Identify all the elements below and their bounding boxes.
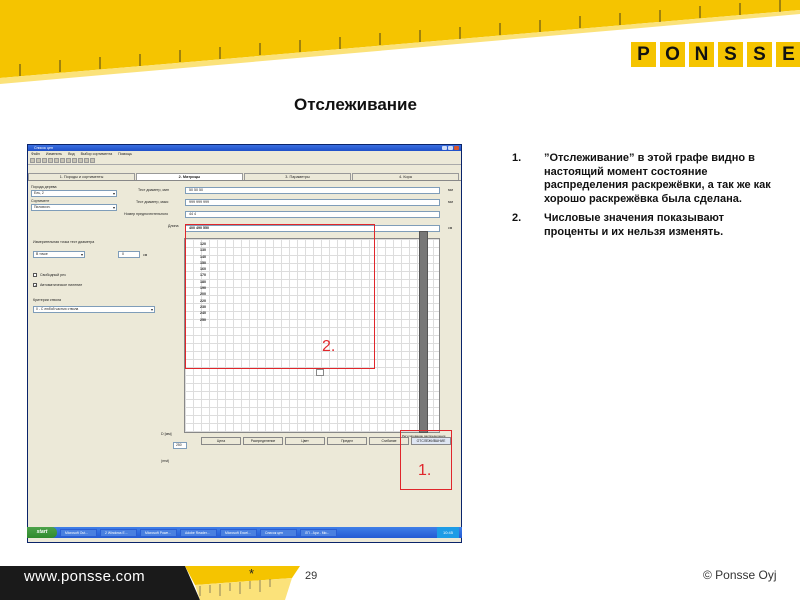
tab-matrices[interactable]: 2. Матрицы <box>136 173 243 180</box>
logo-letter: O <box>660 42 685 67</box>
windows-taskbar: start Microsoft Out... 2 Windows E... Mi… <box>27 527 462 538</box>
help-icon[interactable] <box>90 158 95 163</box>
menu-item[interactable]: Изменить <box>46 152 62 156</box>
slide: P O N S S E Отслеживание 1. ”Отслеживани… <box>0 0 800 600</box>
notes-list: 1. ”Отслеживание” в этой графе видно в н… <box>512 152 777 245</box>
menu-item[interactable]: Вид <box>68 152 75 156</box>
logo-letter: E <box>776 42 800 67</box>
species-select[interactable]: Ель, 2 <box>31 190 117 197</box>
sortiment-label: Сортимент <box>31 199 50 203</box>
note-item: 2. Числовые значения показывают проценты… <box>512 212 777 239</box>
paste-icon[interactable] <box>66 158 71 163</box>
taskbar-item[interactable]: 2 Windows E... <box>100 528 137 537</box>
callout-label-values: 2. <box>322 338 336 355</box>
grid-cursor-box <box>316 369 324 376</box>
diameter-input[interactable]: 250 <box>173 442 187 449</box>
auto-cut-checkbox[interactable]: ✓ <box>33 283 37 288</box>
note-text: ”Отслеживание” в этой графе видно в наст… <box>544 152 771 205</box>
tab-species[interactable]: 1. Породы и сортименты <box>28 173 135 180</box>
limit-button[interactable]: Предел <box>327 437 367 445</box>
criteria-label: Критерии ствола <box>33 298 62 302</box>
prior-input[interactable]: 44 4 <box>185 211 440 218</box>
logo-letter: N <box>689 42 714 67</box>
cut-icon[interactable] <box>54 158 59 163</box>
taskbar-item[interactable]: Microsoft Excel... <box>220 528 257 537</box>
unit-sm: см <box>448 226 453 230</box>
test-max-input[interactable]: 999 999 999 <box>185 199 440 206</box>
free-cut-label: Свободный рез <box>40 273 66 277</box>
tab-bark[interactable]: 4. Кора <box>352 173 459 180</box>
criteria-select[interactable]: 0 - С любой частью ствола <box>33 306 155 313</box>
taskbar-item[interactable]: Microsoft Out... <box>60 528 97 537</box>
unit-mm: мм <box>448 188 453 192</box>
length-label: Длина <box>168 224 179 228</box>
distribution-button[interactable]: Распределение <box>243 437 283 445</box>
undo-icon[interactable] <box>72 158 77 163</box>
logo-letter: S <box>747 42 772 67</box>
window-title: Список цен <box>34 146 53 150</box>
taskbar-item[interactable]: Adobe Reader... <box>180 528 217 537</box>
system-tray-clock: 10:45 <box>437 527 459 538</box>
diameter-label: D [мм] <box>161 432 172 436</box>
species-label: Порода дерева <box>31 185 57 189</box>
tab-parameters[interactable]: 3. Параметры <box>244 173 351 180</box>
window-buttons <box>442 146 459 150</box>
print-icon[interactable] <box>48 158 53 163</box>
test-min-label: Тест диаметр, мин <box>138 188 169 192</box>
page-number: 29 <box>305 570 318 582</box>
mst-label: (mst) <box>161 459 170 463</box>
ponsse-logo: P O N S S E <box>631 42 800 67</box>
note-number: 1. <box>512 152 522 164</box>
maximize-button[interactable] <box>448 146 453 150</box>
measure-number-input[interactable]: 0 <box>118 251 140 258</box>
grid-scrollbar[interactable] <box>419 231 428 433</box>
test-max-label: Тест диаметр, макс <box>136 200 169 204</box>
unit-mm: мм <box>448 200 453 204</box>
toolbar <box>28 157 461 165</box>
menu-item[interactable]: Помощь <box>118 152 132 156</box>
close-button[interactable] <box>454 146 459 150</box>
taskbar-item[interactable]: Список цен <box>260 528 297 537</box>
open-icon[interactable] <box>36 158 41 163</box>
chart-icon[interactable] <box>78 158 83 163</box>
minimize-button[interactable] <box>442 146 447 150</box>
logo-letter: S <box>718 42 743 67</box>
prior-label: Номер предпочтительного <box>124 212 169 216</box>
footer-asterisk: * <box>249 566 255 581</box>
note-item: 1. ”Отслеживание” в этой графе видно в н… <box>512 152 777 206</box>
save-icon[interactable] <box>42 158 47 163</box>
menu-item[interactable]: Выбор сортимента <box>81 152 113 156</box>
logo-letter: P <box>631 42 656 67</box>
tab-bar: 1. Породы и сортименты 2. Матрицы 3. Пар… <box>28 173 461 181</box>
free-cut-checkbox[interactable] <box>33 273 37 277</box>
copy-icon[interactable] <box>60 158 65 163</box>
menu-item[interactable]: Файл <box>31 152 40 156</box>
slide-title: Отслеживание <box>294 95 417 114</box>
color-button[interactable]: Цвет <box>285 437 325 445</box>
copyright: © Ponsse Oyj <box>703 568 777 582</box>
settings-icon[interactable] <box>84 158 89 163</box>
measure-label: Измерительная точка тест диаметра <box>33 240 95 244</box>
measure-unit: см <box>143 253 148 257</box>
measure-select[interactable]: В точке <box>33 251 85 258</box>
test-min-input[interactable]: 50 50 50 <box>185 187 440 194</box>
callout-label-tracking: 1. <box>418 462 432 479</box>
new-icon[interactable] <box>30 158 35 163</box>
left-panel: Порода дерева Ель, 2 Сортимент Пиловочн.… <box>29 183 157 538</box>
taskbar-item[interactable]: ЛП - Ари - Ми... <box>300 528 337 537</box>
callout-box-values <box>185 224 375 369</box>
callout-box-tracking <box>400 430 452 490</box>
sortiment-select[interactable]: Пиловочн. <box>31 204 117 211</box>
price-button[interactable]: Цена <box>201 437 241 445</box>
start-button[interactable]: start <box>27 527 57 538</box>
footer-url[interactable]: www.ponsse.com <box>24 568 145 585</box>
taskbar-item[interactable]: Microsoft Powe... <box>140 528 177 537</box>
note-text: Числовые значения показывают проценты и … <box>544 212 725 238</box>
note-number: 2. <box>512 212 522 224</box>
auto-cut-label: Автоматическое пиление <box>40 283 83 287</box>
